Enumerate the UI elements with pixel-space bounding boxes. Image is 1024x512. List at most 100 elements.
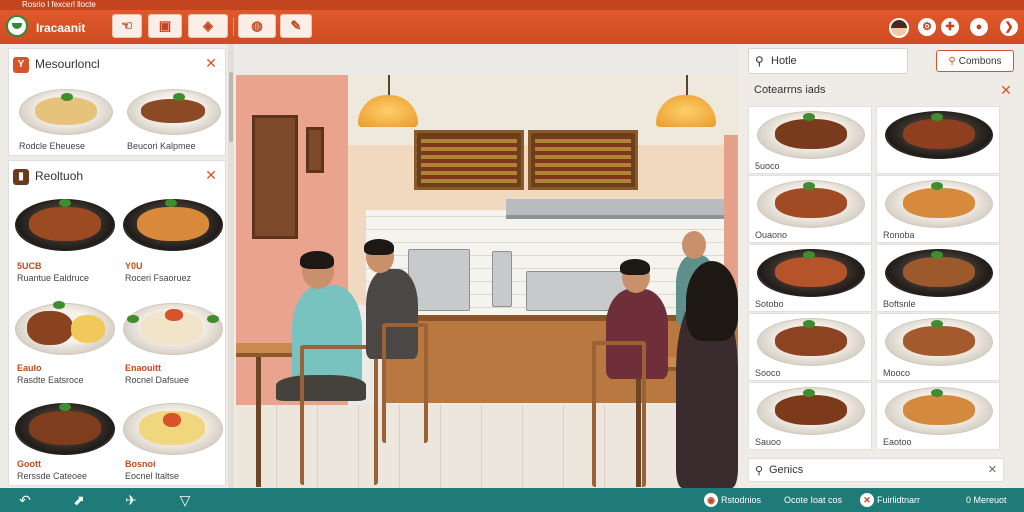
- food-image: [903, 326, 975, 356]
- left-scrollbar-thumb[interactable]: [229, 72, 233, 142]
- combo-item[interactable]: Ouaono: [748, 175, 872, 243]
- search-input-value: Hotle: [771, 55, 797, 67]
- scene-table-leg: [256, 357, 261, 487]
- plus-icon: ✚: [945, 21, 955, 33]
- right-card-title: Cotearrns iads: [754, 84, 826, 96]
- main-card: ▮ Reoltuoh ✕ 5UCB Ruantue Ealdruce Y0U R…: [8, 160, 226, 486]
- genres-bar[interactable]: ⚲ Genics ✕: [748, 458, 1004, 482]
- garnish-image: [59, 403, 71, 411]
- search-icon: ⚲: [755, 54, 764, 68]
- dish-name: Rodcle Eheuese: [19, 141, 86, 151]
- rocket-icon[interactable]: ✈: [122, 491, 140, 509]
- combos-button-label: Combons: [958, 55, 1002, 67]
- lamp-cord: [686, 75, 688, 97]
- back-icon[interactable]: ↶: [16, 491, 34, 509]
- toolbar-btn-2[interactable]: ▣: [148, 14, 182, 38]
- food-image: [775, 326, 847, 356]
- dish-name: Rerssde Cateoee: [17, 471, 88, 481]
- dish-price: Enaouitt: [125, 363, 161, 373]
- info-round-button[interactable]: ✚: [941, 18, 959, 36]
- food-image: [775, 188, 847, 218]
- toolbar-btn-3[interactable]: ◈: [188, 14, 228, 38]
- scene-poster: [252, 115, 298, 239]
- garnish-image: [931, 251, 943, 259]
- scene-chair: [382, 323, 428, 443]
- status-ocote[interactable]: Ocote Ioat cos: [784, 492, 842, 508]
- status-label: Fuirlidtnarr: [877, 495, 921, 505]
- toolbar-btn-4[interactable]: ◍: [238, 14, 276, 38]
- top-card-title: Mesourloncl: [35, 57, 100, 71]
- top-dish-item[interactable]: Rodcle Eheuese: [15, 83, 115, 153]
- top-dish-item[interactable]: Beucori Kalpmee: [123, 83, 223, 153]
- scene-menu-board: [414, 130, 524, 190]
- scene-menu-board: [528, 130, 638, 190]
- sauce-image: [163, 413, 181, 427]
- right-panel: ⚲ Hotle ⚲ Combons Cotearrns iads ✕ 5uoco…: [738, 44, 1024, 488]
- scene-person-hair: [620, 259, 650, 275]
- menu-item[interactable]: 5UCB Ruantue Ealdruce: [13, 193, 117, 289]
- dish-price: Sooco: [755, 368, 781, 378]
- filter-icon[interactable]: ▽: [176, 491, 194, 509]
- close-icon[interactable]: ✕: [988, 463, 997, 476]
- restaurant-scene-image: [236, 75, 738, 488]
- dish-price: Ronoba: [883, 230, 915, 240]
- close-icon[interactable]: ✕: [203, 167, 219, 183]
- user-avatar[interactable]: [889, 18, 909, 38]
- export-icon[interactable]: ⬈: [70, 491, 88, 509]
- scene-person-hair: [300, 251, 334, 269]
- toolbar-btn-5[interactable]: ✎: [280, 14, 312, 38]
- combo-item[interactable]: Boftsnle: [876, 244, 1000, 312]
- garnish-image: [127, 315, 139, 323]
- food-image: [775, 395, 847, 425]
- garnish-image: [803, 182, 815, 190]
- garnish-image: [59, 199, 71, 207]
- menu-item[interactable]: Enaouitt Rocnel Dafsuee: [121, 295, 225, 391]
- close-circle-icon: ✕: [860, 493, 874, 507]
- hand-icon: ☜: [121, 18, 133, 33]
- status-label: Rstodnios: [721, 495, 762, 505]
- close-icon[interactable]: ✕: [998, 82, 1014, 98]
- scene-range-hood: [506, 199, 724, 219]
- combo-item[interactable]: Sooco: [748, 313, 872, 381]
- menu-item[interactable]: Eaulo Rasdte Eatsroce: [13, 295, 117, 391]
- status-mereuot[interactable]: 0 Mereuot: [966, 492, 1007, 508]
- next-round-button[interactable]: ❯: [1000, 18, 1018, 36]
- left-panel: Y Mesourloncl ✕ Rodcle Eheuese Beucori K…: [0, 44, 236, 488]
- scene-chair: [300, 345, 378, 485]
- bookmark-icon: ▮: [13, 169, 29, 185]
- status-fuirlidtnarr[interactable]: ✕ Fuirlidtnarr: [860, 492, 920, 508]
- app-title: Iracaanit: [36, 21, 86, 35]
- sauce-image: [165, 309, 183, 321]
- combo-item[interactable]: 5uoco: [748, 106, 872, 174]
- search-field[interactable]: ⚲ Hotle: [748, 48, 908, 74]
- combos-button[interactable]: ⚲ Combons: [936, 50, 1014, 72]
- status-dot-icon: ◉: [704, 493, 718, 507]
- menu-item[interactable]: Goott Rerssde Cateoee: [13, 397, 117, 485]
- combo-item[interactable]: Sauoo: [748, 382, 872, 450]
- top-toolbar: Iracaanit ☜ ▣ ◈ ◍ ✎ ⚙ ✚ ● ❯: [0, 10, 1024, 44]
- menu-item[interactable]: Bosnoi Eocnel Italtse: [121, 397, 225, 485]
- garnish-image: [53, 301, 65, 309]
- dish-price: Ouaono: [755, 230, 788, 240]
- combo-item[interactable]: Sotobo: [748, 244, 872, 312]
- garnish-image: [165, 199, 177, 207]
- status-rstodnios[interactable]: ◉ Rstodnios: [704, 492, 761, 508]
- food-image: [903, 395, 975, 425]
- combo-item[interactable]: Ronoba: [876, 175, 1000, 243]
- genres-label: Genics: [769, 464, 804, 476]
- dish-name: Beucori Kalpmee: [127, 141, 196, 151]
- combo-item[interactable]: Mooco: [876, 313, 1000, 381]
- toolbar-btn-1[interactable]: ☜: [112, 14, 142, 38]
- combo-item[interactable]: [876, 106, 1000, 174]
- combo-item[interactable]: Eaotoo: [876, 382, 1000, 450]
- dish-price: Sotobo: [755, 299, 784, 309]
- dish-price: Sauoo: [755, 437, 782, 447]
- tag-icon: ◈: [203, 18, 213, 33]
- close-icon[interactable]: ✕: [203, 55, 219, 71]
- settings-round-button[interactable]: ⚙: [918, 18, 936, 36]
- alerts-round-button[interactable]: ●: [970, 18, 988, 36]
- menu-item[interactable]: Y0U Roceri Fsaoruez: [121, 193, 225, 289]
- food-image: [775, 119, 847, 149]
- food-image: [141, 99, 205, 123]
- food-image: [903, 257, 975, 287]
